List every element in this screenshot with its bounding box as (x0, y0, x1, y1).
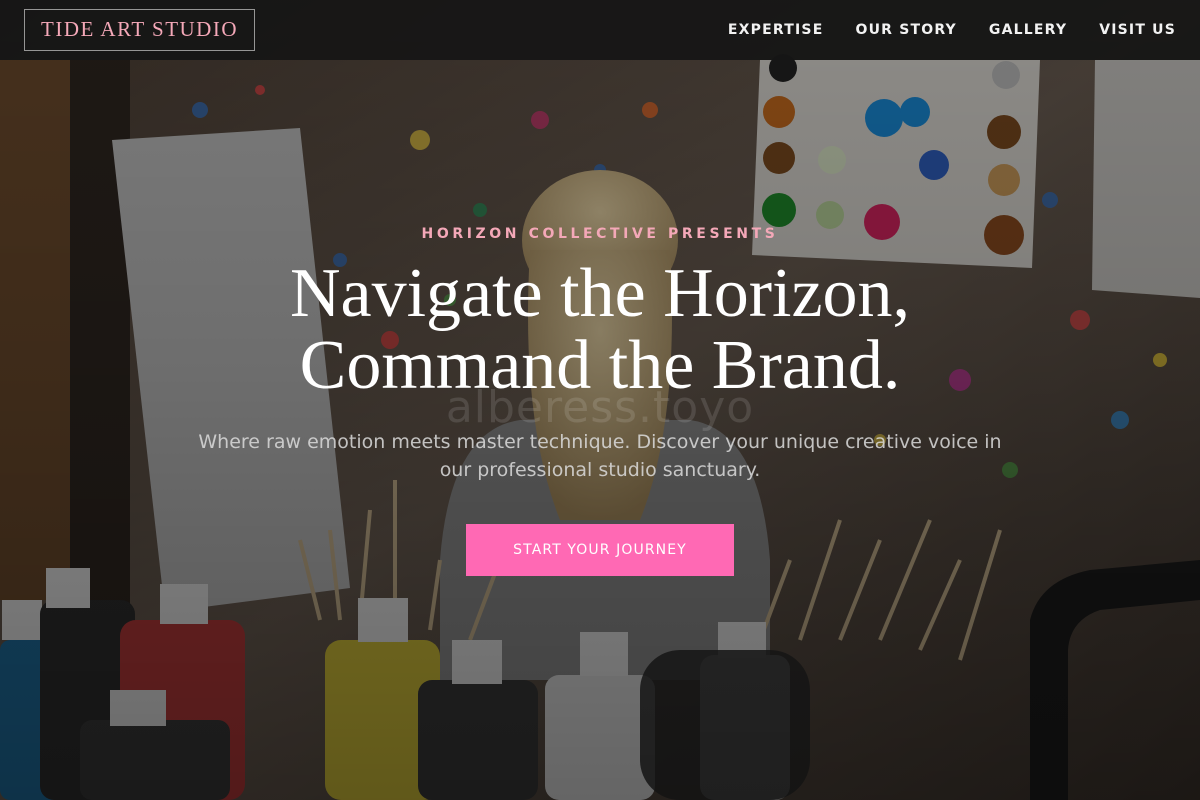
nav-item-our-story[interactable]: OUR STORY (855, 22, 956, 38)
site-header: TIDE ART STUDIO EXPERTISE OUR STORY GALL… (0, 0, 1200, 60)
hero-headline: Navigate the Horizon, Command the Brand. (200, 258, 1000, 402)
hero-subtext: Where raw emotion meets master technique… (198, 431, 1002, 481)
nav-item-visit-us[interactable]: VISIT US (1099, 22, 1176, 38)
hero-headline-line-1: Navigate the Horizon, (289, 255, 911, 332)
nav-item-gallery[interactable]: GALLERY (989, 22, 1067, 38)
watermark-text: alberess.toyo (445, 382, 755, 433)
main-nav: EXPERTISE OUR STORY GALLERY VISIT US (728, 22, 1176, 38)
nav-item-expertise[interactable]: EXPERTISE (728, 22, 824, 38)
hero-section: HORIZON COLLECTIVE PRESENTS Navigate the… (0, 0, 1200, 800)
site-logo[interactable]: TIDE ART STUDIO (24, 9, 256, 51)
hero-eyebrow: HORIZON COLLECTIVE PRESENTS (421, 226, 779, 242)
start-journey-button[interactable]: START YOUR JOURNEY (466, 524, 734, 576)
